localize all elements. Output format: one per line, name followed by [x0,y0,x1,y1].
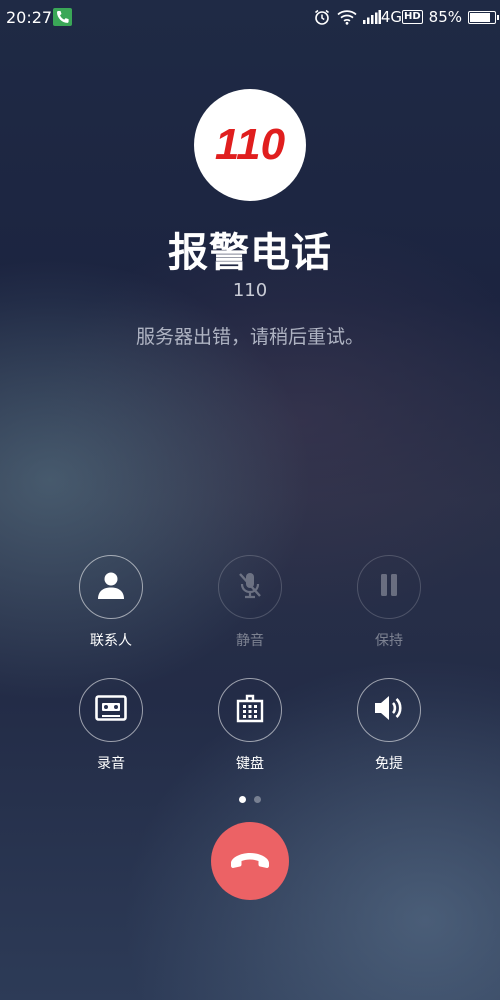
phone-call-icon [53,8,72,26]
caller-number: 110 [232,280,268,301]
status-time: 20:27 [6,8,53,27]
page-indicator [0,796,500,803]
signal-icon [362,10,381,24]
contacts-label: 联系人 [90,633,132,649]
hold-button[interactable]: 保持 [329,555,449,650]
call-status-message: 服务器出错，请稍后重试。 [135,326,364,348]
contacts-button-circle[interactable] [79,555,143,619]
hold-label: 保持 [375,633,403,649]
hd-badge: HD [401,10,423,24]
alarm-icon [313,8,331,26]
wifi-icon [337,9,357,25]
speaker-button[interactable]: 免提 [329,678,449,773]
network-type: 4G [380,8,402,26]
pause-icon [373,569,405,605]
keypad-button[interactable]: 键盘 [190,678,310,773]
mute-button-circle[interactable] [218,555,282,619]
end-call-button[interactable] [211,822,289,900]
speaker-button-circle[interactable] [357,678,421,742]
record-button[interactable]: 录音 [51,678,171,773]
end-call-icon [228,847,272,875]
hold-button-circle[interactable] [357,555,421,619]
contacts-button[interactable]: 联系人 [51,555,171,650]
mute-label: 静音 [236,633,264,649]
mute-button[interactable]: 静音 [190,555,310,650]
record-button-circle[interactable] [79,678,143,742]
page-dot-1 [239,796,246,803]
speaker-icon [372,692,406,728]
speaker-label: 免提 [375,756,403,772]
dialpad-icon [234,692,266,728]
person-icon [95,569,127,605]
battery-icon [468,10,499,24]
battery-percent: 85% [428,8,462,26]
mic-off-icon [234,569,266,605]
avatar-text: 110 [214,120,286,169]
page-dot-2 [254,796,261,803]
keypad-label: 键盘 [236,756,264,772]
keypad-button-circle[interactable] [218,678,282,742]
record-label: 录音 [97,756,125,772]
caller-name: 报警电话 [168,230,332,276]
tape-recorder-icon [94,692,128,728]
caller-avatar: 110 [194,89,306,201]
status-bar: 20:27 4G HD 85% [0,0,500,34]
